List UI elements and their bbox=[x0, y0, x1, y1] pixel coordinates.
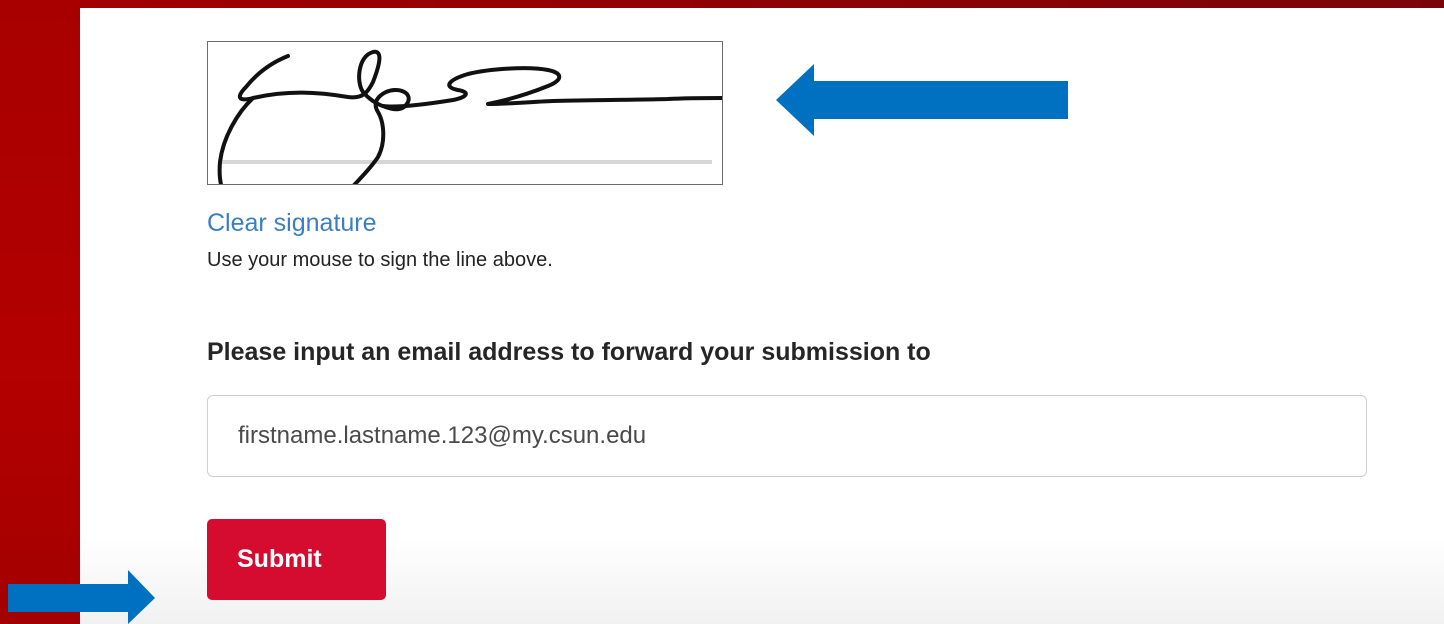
page-left-band bbox=[0, 0, 80, 624]
signature-help-text: Use your mouse to sign the line above. bbox=[207, 249, 553, 271]
email-field-label: Please input an email address to forward… bbox=[207, 338, 931, 366]
email-field[interactable] bbox=[207, 395, 1367, 477]
left-arrow-icon bbox=[776, 64, 1068, 136]
signature-pad[interactable] bbox=[207, 41, 723, 185]
submit-button[interactable]: Submit bbox=[207, 519, 386, 600]
clear-signature-link[interactable]: Clear signature bbox=[207, 211, 377, 236]
right-arrow-icon bbox=[8, 570, 155, 624]
page-top-band bbox=[0, 0, 1444, 8]
signature-drawing bbox=[217, 49, 722, 184]
